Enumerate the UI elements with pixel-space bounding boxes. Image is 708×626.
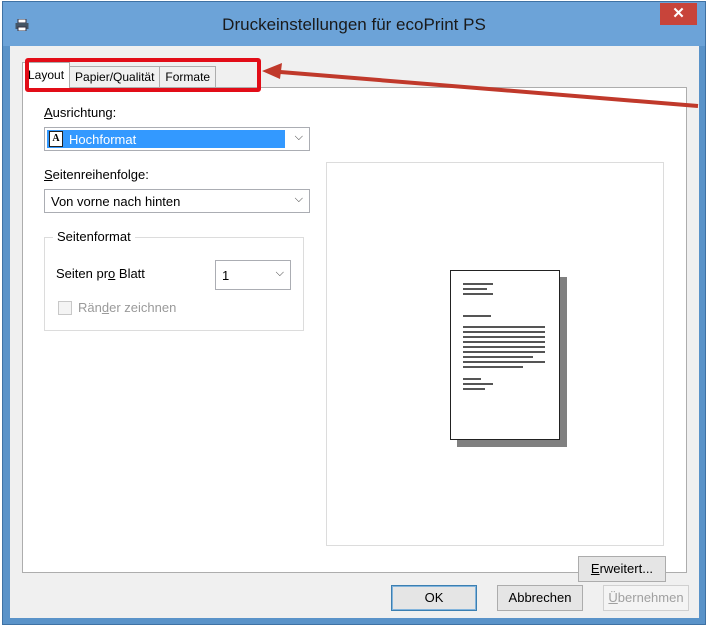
draw-borders-label: Ränder zeichnen bbox=[78, 300, 177, 315]
tab-paper-quality[interactable]: Papier/Qualität bbox=[69, 66, 161, 88]
advanced-button[interactable]: Erweitert... bbox=[578, 556, 666, 582]
pages-per-sheet-value: 1 bbox=[222, 268, 230, 283]
page-order-dropdown[interactable]: Von vorne nach hinten ⌵ bbox=[44, 189, 310, 213]
title-bar[interactable]: Druckeinstellungen für ecoPrint PS ✕ bbox=[3, 2, 705, 46]
orientation-value: Hochformat bbox=[69, 132, 137, 147]
portrait-orientation-icon: A bbox=[49, 131, 63, 147]
tab-layout[interactable]: Layout bbox=[22, 62, 71, 88]
close-icon: ✕ bbox=[672, 5, 685, 22]
print-settings-dialog: Druckeinstellungen für ecoPrint PS ✕ Lay… bbox=[2, 1, 706, 625]
apply-button[interactable]: Übernehmen bbox=[603, 585, 689, 611]
page-format-group: Seitenformat Seiten pro Blatt 1 ⌵ Ränder… bbox=[44, 229, 304, 331]
chevron-down-icon: ⌵ bbox=[275, 267, 284, 279]
window-title: Druckeinstellungen für ecoPrint PS bbox=[222, 15, 486, 34]
chevron-down-icon: ⌵ bbox=[294, 131, 303, 143]
cancel-button[interactable]: Abbrechen bbox=[497, 585, 583, 611]
draw-borders-checkbox[interactable] bbox=[58, 301, 72, 315]
page-order-value: Von vorne nach hinten bbox=[51, 194, 181, 209]
dialog-body: Layout Papier/Qualität Formate Ausrichtu… bbox=[10, 46, 699, 618]
orientation-label: Ausrichtung: bbox=[44, 105, 117, 120]
pages-per-sheet-dropdown[interactable]: 1 ⌵ bbox=[215, 260, 291, 290]
page-format-legend: Seitenformat bbox=[53, 229, 135, 244]
tab-formats[interactable]: Formate bbox=[159, 66, 217, 88]
layout-tab-panel: Ausrichtung: A Hochformat ⌵ Seitenreihen… bbox=[22, 87, 687, 582]
pages-per-sheet-label: Seiten pro Blatt bbox=[56, 266, 145, 281]
chevron-down-icon: ⌵ bbox=[294, 193, 303, 205]
tab-strip: Layout Papier/Qualität Formate bbox=[22, 62, 217, 88]
orientation-dropdown[interactable]: A Hochformat ⌵ bbox=[44, 127, 310, 151]
close-button[interactable]: ✕ bbox=[660, 3, 697, 25]
page-preview bbox=[326, 162, 664, 546]
preview-page-thumbnail bbox=[450, 270, 560, 440]
ok-button[interactable]: OK bbox=[391, 585, 477, 611]
page-order-label: Seitenreihenfolge: bbox=[44, 167, 149, 182]
